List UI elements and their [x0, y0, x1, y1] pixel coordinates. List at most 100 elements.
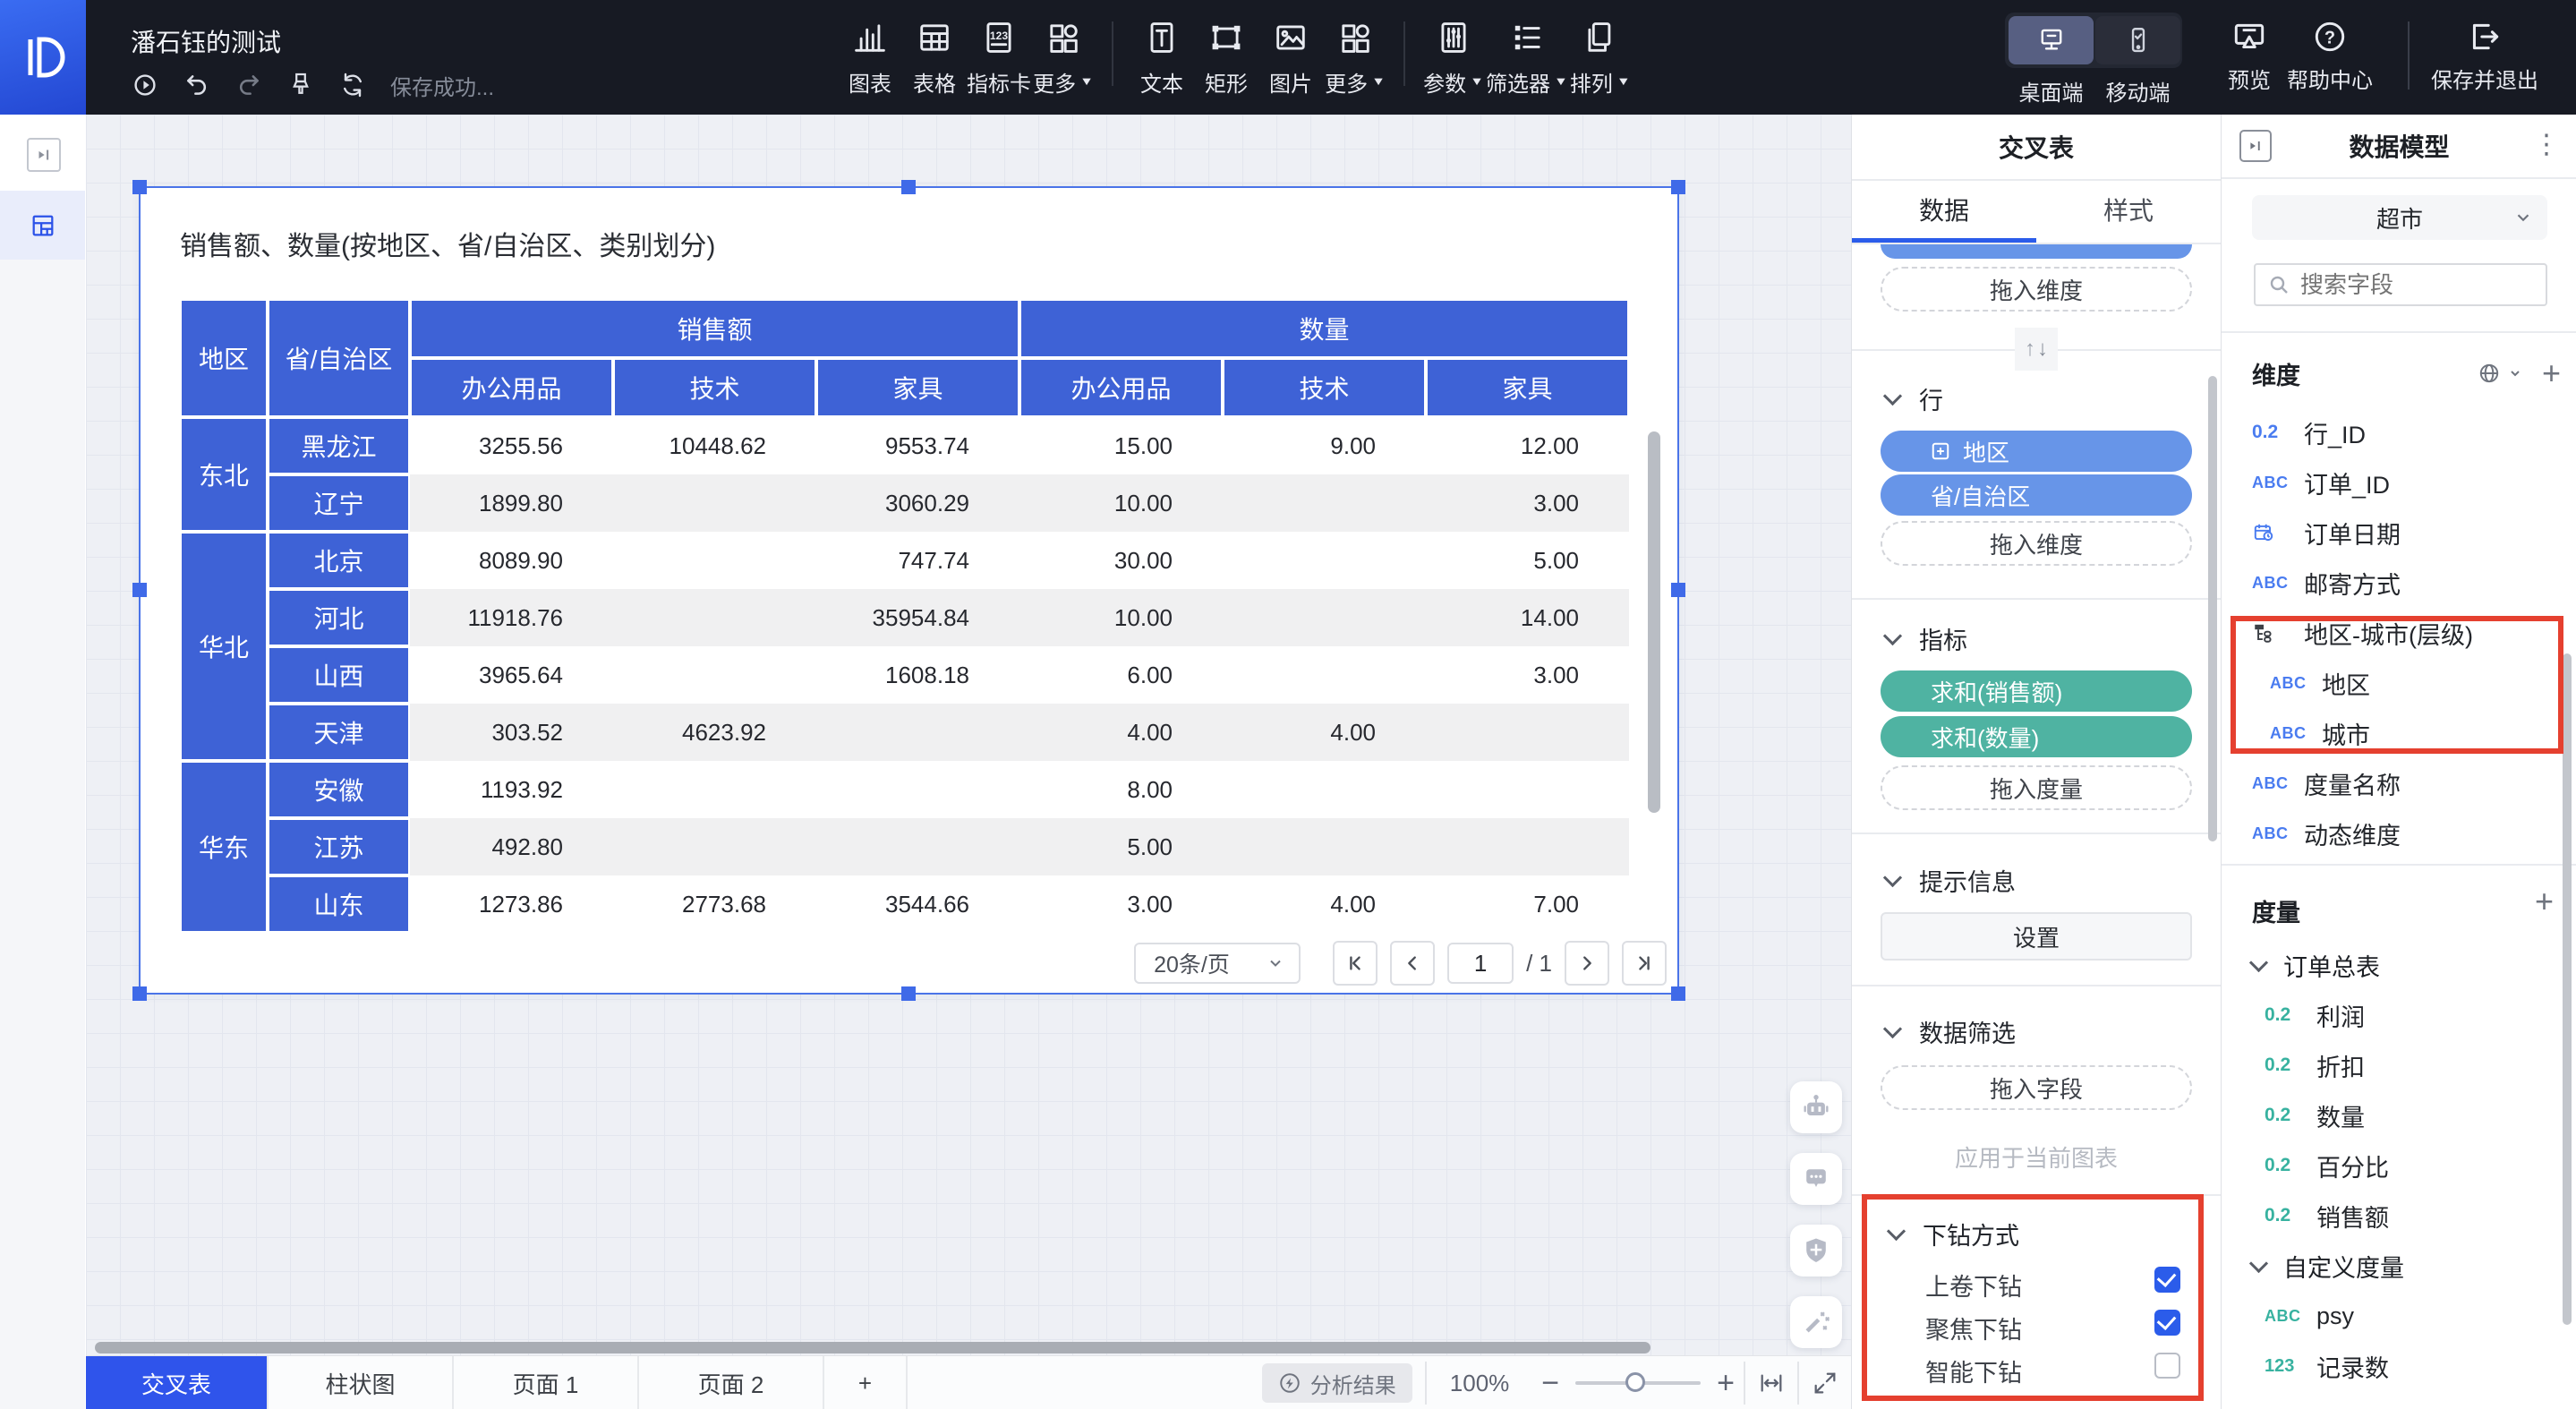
- insert-tool-image[interactable]: 图片: [1258, 18, 1323, 98]
- measure-field-pill[interactable]: 求和(数量): [1881, 716, 2192, 757]
- value-cell[interactable]: [1223, 761, 1426, 818]
- value-cell[interactable]: 1608.18: [816, 646, 1019, 704]
- value-cell[interactable]: 12.00: [1426, 417, 1629, 474]
- page-size-select[interactable]: 20条/页: [1134, 943, 1301, 984]
- drill-option-checkbox[interactable]: [2154, 1310, 2180, 1336]
- insert-tool-more4[interactable]: 更多▼: [1031, 18, 1096, 98]
- value-cell[interactable]: [613, 532, 816, 589]
- filter-dropzone[interactable]: 拖入字段: [1881, 1065, 2192, 1110]
- chevron-down-icon[interactable]: [2508, 366, 2522, 380]
- value-cell[interactable]: 8.00: [1019, 761, 1223, 818]
- zoom-in-button[interactable]: +: [1717, 1366, 1735, 1401]
- last-page-button[interactable]: [1622, 941, 1667, 986]
- rows-dropzone[interactable]: 拖入维度: [1881, 521, 2192, 566]
- col-qty-tech[interactable]: 技术: [1223, 358, 1426, 417]
- value-cell[interactable]: [1426, 704, 1629, 761]
- measure-group-订单总表[interactable]: 订单总表: [2252, 940, 2556, 990]
- value-cell[interactable]: 1273.86: [410, 875, 613, 933]
- value-cell[interactable]: 30.00: [1019, 532, 1223, 589]
- field-search-box[interactable]: [2254, 263, 2547, 306]
- value-cell[interactable]: 5.00: [1019, 818, 1223, 875]
- page-tab-交叉表[interactable]: 交叉表: [86, 1356, 269, 1409]
- add-measure-icon[interactable]: +: [2535, 883, 2554, 920]
- page-tab-柱状图[interactable]: 柱状图: [269, 1356, 454, 1409]
- province-cell[interactable]: 安徽: [268, 761, 410, 818]
- insert-tool-filterlist[interactable]: 筛选器▼: [1486, 18, 1568, 98]
- col-sales-tech[interactable]: 技术: [613, 358, 816, 417]
- analysis-result-button[interactable]: 分析结果: [1262, 1363, 1412, 1403]
- history-icon[interactable]: [131, 71, 159, 99]
- undo-icon[interactable]: [183, 71, 211, 99]
- value-cell[interactable]: 3060.29: [816, 474, 1019, 532]
- value-cell[interactable]: [613, 761, 816, 818]
- desktop-toggle-button[interactable]: [2009, 16, 2094, 64]
- province-cell[interactable]: 江苏: [268, 818, 410, 875]
- tab-style[interactable]: 样式: [2036, 179, 2221, 240]
- drill-option-checkbox[interactable]: [2154, 1267, 2180, 1293]
- resize-handle-w[interactable]: [132, 583, 147, 597]
- smart-beautify-button[interactable]: [1790, 1296, 1842, 1348]
- value-cell[interactable]: 35954.84: [816, 589, 1019, 646]
- fullscreen-button[interactable]: [1812, 1370, 1838, 1396]
- insert-tool-rectshape[interactable]: 矩形: [1194, 18, 1258, 98]
- region-cell[interactable]: 华东: [180, 761, 268, 933]
- insert-tool-text[interactable]: 文本: [1130, 18, 1194, 98]
- resize-handle-ne[interactable]: [1671, 180, 1685, 194]
- measure-group-自定义度量[interactable]: 自定义度量: [2252, 1241, 2556, 1291]
- value-cell[interactable]: [816, 818, 1019, 875]
- col-sales-office[interactable]: 办公用品: [410, 358, 613, 417]
- add-dimension-icon[interactable]: +: [2542, 354, 2561, 392]
- value-cell[interactable]: 4.00: [1019, 704, 1223, 761]
- value-cell[interactable]: [816, 761, 1019, 818]
- resize-handle-se[interactable]: [1671, 986, 1685, 1001]
- sidebar-collapse-icon[interactable]: [27, 138, 61, 172]
- insert-tool-more4[interactable]: 更多▼: [1323, 18, 1387, 98]
- value-cell[interactable]: 492.80: [410, 818, 613, 875]
- value-cell[interactable]: 303.52: [410, 704, 613, 761]
- province-cell[interactable]: 黑龙江: [268, 417, 410, 474]
- value-cell[interactable]: 3.00: [1426, 474, 1629, 532]
- resize-handle-sw[interactable]: [132, 986, 147, 1001]
- value-cell[interactable]: [1223, 646, 1426, 704]
- filter-section-header[interactable]: 数据筛选: [1886, 1014, 2016, 1049]
- insert-tool-params[interactable]: 参数▼: [1421, 18, 1486, 98]
- first-page-button[interactable]: [1333, 941, 1378, 986]
- value-cell[interactable]: 10.00: [1019, 589, 1223, 646]
- next-page-button[interactable]: [1565, 941, 1609, 986]
- security-button[interactable]: [1790, 1225, 1842, 1277]
- value-cell[interactable]: 15.00: [1019, 417, 1223, 474]
- more-options-icon[interactable]: ⋮: [2533, 129, 2561, 160]
- value-cell[interactable]: [613, 474, 816, 532]
- value-cell[interactable]: 1899.80: [410, 474, 613, 532]
- value-cell[interactable]: [816, 704, 1019, 761]
- document-title[interactable]: 潘石钰的测试: [131, 23, 281, 59]
- format-brush-icon[interactable]: [286, 71, 315, 99]
- field-动态维度[interactable]: ABC动态维度: [2252, 808, 2556, 858]
- field-psy[interactable]: ABCpsy: [2252, 1291, 2556, 1341]
- value-cell[interactable]: 7.00: [1426, 875, 1629, 933]
- insert-tool-chart[interactable]: 图表: [838, 18, 902, 98]
- swap-rows-columns-button[interactable]: ↑↓: [2015, 328, 2058, 371]
- measures-section-header[interactable]: 指标: [1886, 621, 1967, 656]
- insert-tool-kpi[interactable]: 123指标卡: [967, 18, 1031, 98]
- col-header-region[interactable]: 地区: [180, 299, 268, 417]
- prev-page-button[interactable]: [1390, 941, 1435, 986]
- mobile-toggle-button[interactable]: [2095, 16, 2180, 64]
- province-cell[interactable]: 山西: [268, 646, 410, 704]
- value-cell[interactable]: [613, 646, 816, 704]
- value-cell[interactable]: [1426, 818, 1629, 875]
- field-订单_ID[interactable]: ABC订单_ID: [2252, 457, 2556, 508]
- value-cell[interactable]: 8089.90: [410, 532, 613, 589]
- field-地区[interactable]: ABC地区: [2252, 658, 2556, 708]
- refresh-icon[interactable]: [338, 71, 367, 99]
- value-cell[interactable]: 3255.56: [410, 417, 613, 474]
- rows-section-header[interactable]: 行: [1886, 381, 1943, 416]
- value-cell[interactable]: 4623.92: [613, 704, 816, 761]
- value-cell[interactable]: 3.00: [1426, 646, 1629, 704]
- page-tab-页面 1[interactable]: 页面 1: [454, 1356, 639, 1409]
- value-cell[interactable]: [1223, 818, 1426, 875]
- measures-dropzone[interactable]: 拖入度量: [1881, 765, 2192, 810]
- dataset-select[interactable]: 超市: [2252, 195, 2547, 240]
- measure-group-qty[interactable]: 数量: [1019, 299, 1629, 358]
- field-利润[interactable]: 0.2利润: [2252, 990, 2556, 1040]
